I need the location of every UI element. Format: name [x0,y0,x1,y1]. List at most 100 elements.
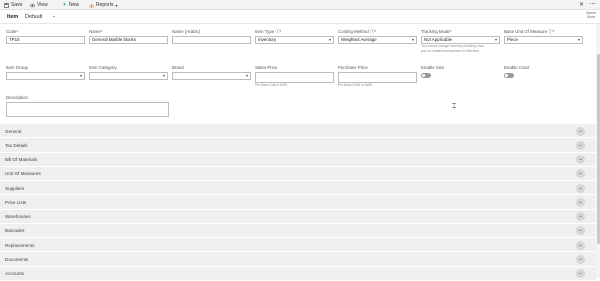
name-arabic-input[interactable] [172,36,251,44]
chevron-down-icon[interactable]: ⌄ [576,169,585,179]
section-warehouses[interactable]: Warehouses ⌄ [0,209,596,224]
base-uom-field: Base Unit Of Measure ⓘ* Piece ▾ [504,29,583,44]
base-uom-value: Piece [507,37,518,42]
chevron-down-icon[interactable]: ⌄ [576,197,585,207]
new-button[interactable]: + New [62,1,79,9]
description-field: Description [6,95,169,101]
chevron-down-icon: ▾ [328,37,331,42]
section-tax-details[interactable]: Tax Details ⌄ [0,138,596,153]
sales-price-label: Sales Price [255,65,278,70]
section-replacements[interactable]: Replacements ⌄ [0,238,596,253]
section-label: Tax Details [5,142,28,148]
eye-icon [29,3,36,8]
purchase-price-hint: Per Base UOM in KWD [338,83,373,87]
section-label: General [5,128,22,134]
description-label: Description [6,95,28,100]
plus-icon: + [63,1,66,8]
item-group-select[interactable]: ▾ [6,72,85,80]
item-type-field: Item Type ⓘ* Inventory ▾ [255,29,334,44]
tracking-mode-hint-2: you've created transactions for this ite… [421,48,480,53]
section-label: Price Lists [5,199,27,205]
item-category-label: Item Category [89,65,117,70]
costing-method-field: Costing Method ⓘ* Weighted Average ▾ [338,29,417,44]
chevron-down-icon[interactable]: ⌄ [576,183,585,193]
enable-size-field: Enable Size [421,65,481,78]
code-field: Code* TP10 [6,29,85,44]
purchase-price-field: Purchase Price Per Base UOM in KWD [338,65,417,88]
name-input[interactable]: General Marble blocks [89,36,168,44]
scrollbar-thumb[interactable] [596,54,600,244]
sales-price-field: Sales Price Per Base Unit in KWD [255,65,334,88]
tracking-mode-select[interactable]: Not Applicable ▾ [421,36,500,44]
item-type-label: Item Type ⓘ* [255,29,282,34]
mouse-cursor-icon: ⌶ [452,103,457,110]
section-label: Suppliers [5,185,25,191]
section-general[interactable]: General ⌄ [0,124,596,139]
section-suppliers[interactable]: Suppliers ⌄ [0,181,596,196]
chevron-down-icon: ▾ [115,2,118,8]
tracking-mode-value: Not Applicable [424,37,453,42]
chevron-down-icon: ▾ [79,73,82,78]
chevron-down-icon[interactable]: ⌄ [576,254,585,264]
base-uom-label: Base Unit Of Measure ⓘ* [504,29,555,34]
chevron-down-icon[interactable]: ⌄ [576,269,585,278]
brand-label: Brand [172,65,184,70]
base-uom-select[interactable]: Piece ▾ [504,36,583,44]
enable-color-toggle[interactable] [504,73,514,78]
chevron-down-icon[interactable]: ⌄ [576,212,585,221]
chevron-down-icon[interactable]: ⌄ [576,140,585,150]
chevron-down-icon[interactable]: ⌄ [576,240,585,250]
section-documents[interactable]: Documents ⌄ [0,252,596,267]
close-icon[interactable]: ✕ [579,1,584,8]
save-label: Save [11,2,23,8]
chevron-down-icon[interactable]: ⌄ [576,226,585,236]
enable-color-label: Enable Color [504,65,530,70]
reports-label: Reports [96,2,114,8]
section-price-lists[interactable]: Price Lists ⌄ [0,195,596,210]
section-barcodes[interactable]: Barcodes ⌄ [0,223,596,238]
item-type-select[interactable]: Inventory ▾ [255,36,334,44]
reports-button[interactable]: Reports ▾ [89,1,118,9]
sections-list: General ⌄ Tax Details ⌄ Bill Of Materials ⌄… [0,124,596,281]
name-arabic-field: Name (Arabic) [172,29,251,44]
item-category-select[interactable]: ▾ [89,72,168,80]
new-label: New [69,2,80,8]
purchase-price-input[interactable] [338,72,417,83]
more-icon[interactable]: ⋯ [589,0,596,8]
section-label: Warehouses [5,214,31,219]
view-selector-label[interactable]: Default [25,14,42,20]
tracking-mode-field: Tracking Mode* Not Applicable ▾ You cann… [421,29,500,54]
name-label: Name* [89,29,103,34]
toolbar: Save View + New Reports ▾ ✕ ⋯ [0,0,600,10]
section-accounts[interactable]: Accounts ⌄ [0,266,596,281]
user-menu[interactable]: Admin Store [586,11,596,19]
section-label: Accounts [5,271,24,276]
chevron-down-icon: ▾ [245,73,248,78]
chevron-down-icon: ▾ [411,37,414,42]
chevron-down-icon[interactable]: ⌄ [576,155,585,164]
view-button[interactable]: View [29,1,48,9]
enable-color-field: Enable Color [504,65,564,78]
name-arabic-label: Name (Arabic) [172,29,201,34]
vertical-scrollbar[interactable] [596,24,600,278]
item-type-value: Inventory [258,37,277,42]
enable-size-toggle[interactable] [421,73,431,78]
save-button[interactable]: Save [4,1,22,9]
code-input[interactable]: TP10 [6,36,85,44]
costing-method-value: Weighted Average [341,37,377,42]
brand-select[interactable]: ▾ [172,72,251,80]
item-group-field: Item Group ▾ [6,65,85,80]
purchase-price-label: Purchase Price [338,65,368,70]
section-label: Barcodes [5,228,25,234]
section-unit-of-measures[interactable]: Unit Of Measures ⌄ [0,166,596,181]
costing-method-select[interactable]: Weighted Average ▾ [338,36,417,44]
chevron-down-icon[interactable]: ⌄ [576,126,585,136]
section-label: Documents [5,256,29,262]
chevron-down-icon[interactable]: ⌄ [52,13,56,19]
section-label: Replacements [5,242,35,248]
tracking-mode-label: Tracking Mode* [421,29,452,34]
description-textarea[interactable] [6,102,169,117]
page-title: Item [7,14,19,20]
section-bill-of-materials[interactable]: Bill Of Materials ⌄ [0,152,596,167]
sales-price-input[interactable] [255,72,334,83]
